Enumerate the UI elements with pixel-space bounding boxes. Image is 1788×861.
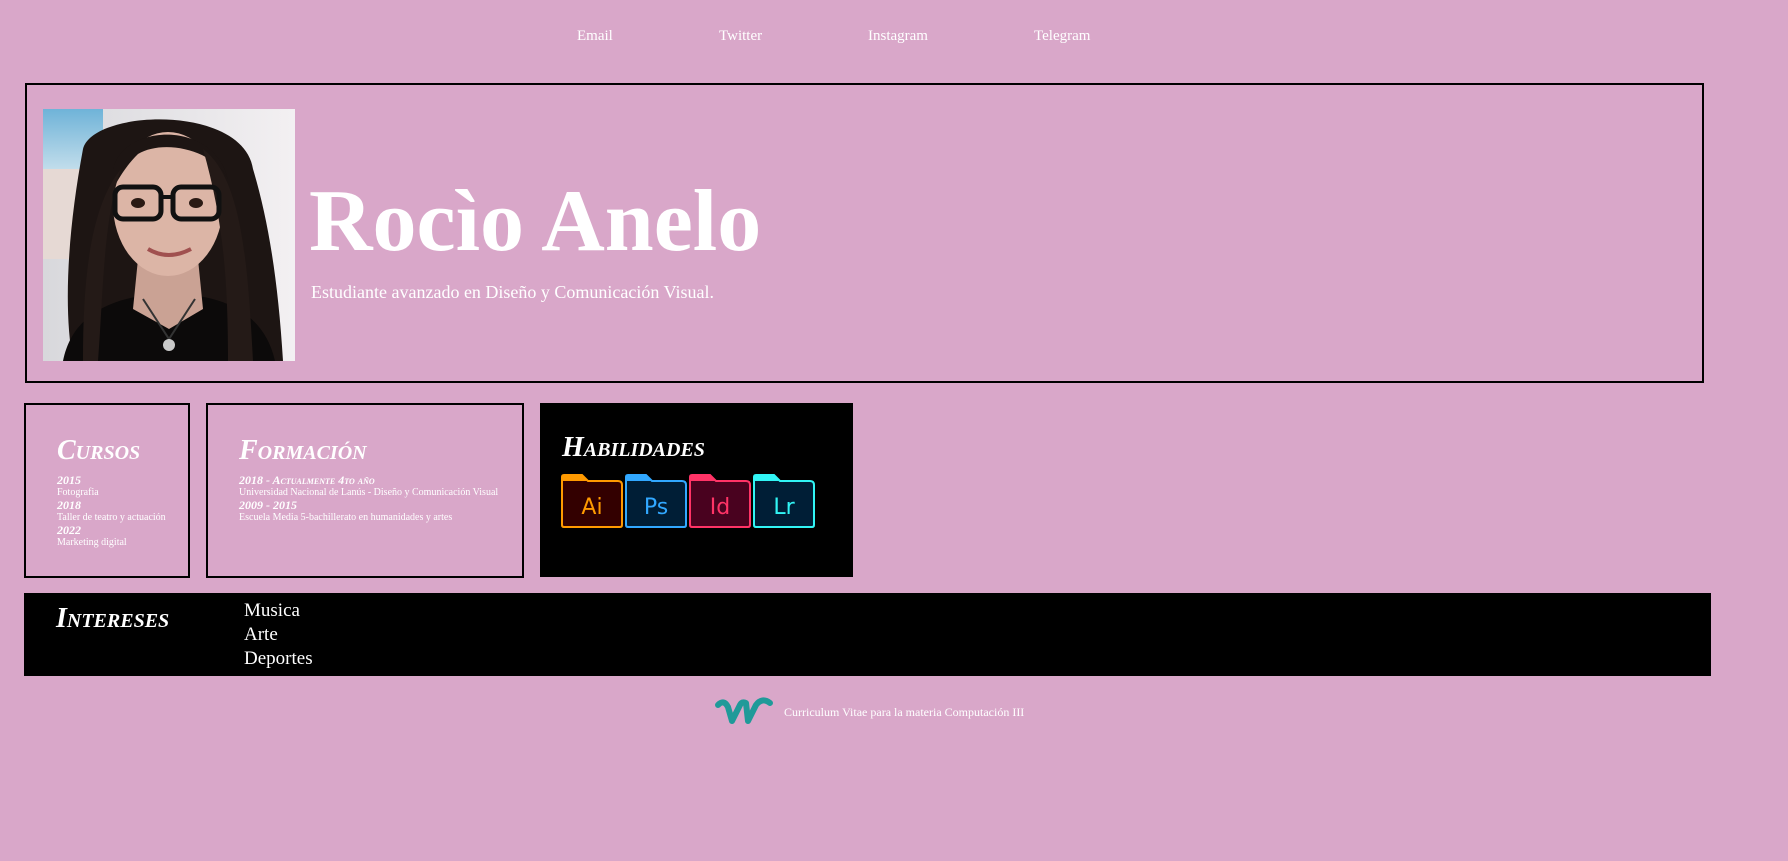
course-year: 2015 <box>57 473 81 487</box>
nav-link-instagram[interactable]: Instagram <box>868 26 928 46</box>
interest-item: Arte <box>244 624 278 645</box>
education-period: 2018 - Actualmente 4to año <box>239 473 375 487</box>
footer-text: Curriculum Vitae para la materia Computa… <box>784 704 1025 719</box>
skills-title: Habilidades <box>562 432 705 463</box>
portrait-image <box>43 109 295 361</box>
icon-label: Id <box>710 495 730 520</box>
footer: Curriculum Vitae para la materia Computa… <box>714 697 1024 727</box>
education-title: Formación <box>239 435 367 466</box>
courses-list: 2015 Fotografia 2018 Taller de teatro y … <box>57 474 166 549</box>
icon-label: Ai <box>581 495 602 520</box>
interest-item: Musica <box>244 600 300 621</box>
education-list: 2018 - Actualmente 4to año Universidad N… <box>239 474 498 524</box>
education-period: 2009 - 2015 <box>239 498 297 512</box>
nav-link-twitter[interactable]: Twitter <box>719 26 762 46</box>
courses-section: Cursos 2015 Fotografia 2018 Taller de te… <box>24 403 190 578</box>
profile-header: Rocìo Anelo Estudiante avanzado en Diseñ… <box>25 83 1704 383</box>
person-subtitle: Estudiante avanzado en Diseño y Comunica… <box>311 282 714 302</box>
icon-label: Lr <box>773 495 795 520</box>
brand-logo-icon <box>714 697 774 727</box>
top-nav: Email Twitter Instagram Telegram <box>0 26 1788 50</box>
education-section: Formación 2018 - Actualmente 4to año Uni… <box>206 403 524 578</box>
icon-label: Ps <box>644 495 668 520</box>
person-name: Rocìo Anelo <box>309 173 762 270</box>
interests-title: Intereses <box>56 603 170 634</box>
skills-icons: Ai Ps Id Lr <box>560 473 816 529</box>
nav-link-email[interactable]: Email <box>577 26 613 46</box>
interest-item: Deportes <box>244 648 313 669</box>
photoshop-icon: Ps <box>624 473 688 529</box>
nav-link-telegram[interactable]: Telegram <box>1034 26 1090 46</box>
lightroom-icon: Lr <box>752 473 816 529</box>
education-institution: Escuela Media 5-bachillerato en humanida… <box>239 512 453 523</box>
course-year: 2022 <box>57 523 81 537</box>
courses-title: Cursos <box>57 435 141 466</box>
course-name: Marketing digital <box>57 537 127 548</box>
course-year: 2018 <box>57 498 81 512</box>
profile-photo <box>43 109 295 361</box>
illustrator-icon: Ai <box>560 473 624 529</box>
skills-section: Habilidades Ai Ps Id Lr <box>540 403 853 577</box>
interests-section: Intereses Musica Arte Deportes <box>24 593 1711 676</box>
interests-list: Musica Arte Deportes <box>244 599 313 671</box>
indesign-icon: Id <box>688 473 752 529</box>
